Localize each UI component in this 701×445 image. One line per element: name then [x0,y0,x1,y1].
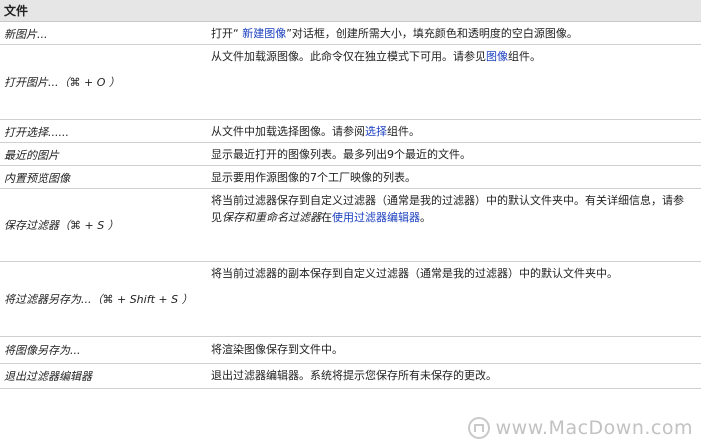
description-text: 在 [321,211,332,224]
row-description: 退出过滤器编辑器。系统将提示您保存所有未保存的更改。 [211,367,691,384]
table-row: 退出过滤器编辑器 退出过滤器编辑器。系统将提示您保存所有未保存的更改。 [0,364,701,389]
description-text: 退出过滤器编辑器。系统将提示您保存所有未保存的更改。 [211,369,497,382]
table-row: 将过滤器另存为...（⌘ + Shift + S ） 将当前过滤器的副本保存到自… [0,262,701,337]
row-description: 显示要用作源图像的7个工厂映像的列表。 [211,169,691,186]
table-row: 保存过滤器（⌘ + S ） 将当前过滤器保存到自定义过滤器（通常是我的过滤器）中… [0,189,701,262]
description-link[interactable]: 图像 [486,50,508,63]
table-row: 将图像另存为... 将渲染图像保存到文件中。 [0,337,701,364]
description-text: 从文件中加载选择图像。请参阅 [211,125,365,138]
row-description: 打开“ 新建图像”对话框，创建所需大小，填充颜色和透明度的空白源图像。 [211,25,691,42]
table-row: 打开选择...... 从文件中加载选择图像。请参阅选择组件。 [0,120,701,143]
description-link[interactable]: 使用过滤器编辑器 [332,211,420,224]
file-menu-table: 文件 新图片... 打开“ 新建图像”对话框，创建所需大小，填充颜色和透明度的空… [0,0,701,389]
section-title: 文件 [0,0,701,22]
description-text: 组件。 [387,125,420,138]
description-text: 。 [420,211,431,224]
description-text: 将渲染图像保存到文件中。 [211,343,343,356]
row-description: 从文件中加载选择图像。请参阅选择组件。 [211,123,691,140]
row-description: 将渲染图像保存到文件中。 [211,341,691,358]
description-emphasis: 保存和重命名过滤器 [222,211,321,224]
description-text: 显示要用作源图像的7个工厂映像的列表。 [211,171,416,184]
row-description: 从文件加载源图像。此命令仅在独立模式下可用。请参见图像组件。 [211,48,691,65]
command-builtin-preview: 内置预览图像 [4,172,70,185]
command-open-selection: 打开选择...... [4,126,69,139]
description-text: ”对话框，创建所需大小，填充颜色和透明度的空白源图像。 [286,27,578,40]
table-row: 打开图片...（⌘ + O ） 从文件加载源图像。此命令仅在独立模式下可用。请参… [0,45,701,120]
table-row: 新图片... 打开“ 新建图像”对话框，创建所需大小，填充颜色和透明度的空白源图… [0,22,701,45]
command-exit-editor: 退出过滤器编辑器 [4,370,92,383]
description-text: 组件。 [508,50,541,63]
description-text: 从文件加载源图像。此命令仅在独立模式下可用。请参见 [211,50,486,63]
command-new-image: 新图片... [4,28,48,41]
table-row: 最近的图片 显示最近打开的图像列表。最多列出9个最近的文件。 [0,143,701,166]
watermark-text: www.MacDown.com [495,417,693,439]
description-text: 显示最近打开的图像列表。最多列出9个最近的文件。 [211,148,471,161]
command-save-filter: 保存过滤器（⌘ + S ） [4,219,119,232]
row-description: 将当前过滤器保存到自定义过滤器（通常是我的过滤器）中的默认文件夹中。有关详细信息… [211,192,691,226]
command-save-image-as: 将图像另存为... [4,344,81,357]
table-row: 内置预览图像 显示要用作源图像的7个工厂映像的列表。 [0,166,701,189]
command-open-image: 打开图片...（⌘ + O ） [4,76,120,89]
description-text: 将当前过滤器的副本保存到自定义过滤器（通常是我的过滤器）中的默认文件夹中。 [211,267,618,280]
watermark: www.MacDown.com [467,417,693,439]
command-recent-images: 最近的图片 [4,149,59,162]
description-text: 打开“ [211,27,243,40]
description-link[interactable]: 选择 [365,125,387,138]
row-description: 将当前过滤器的副本保存到自定义过滤器（通常是我的过滤器）中的默认文件夹中。 [211,265,691,282]
macdown-logo-icon [467,417,490,439]
command-save-filter-as: 将过滤器另存为...（⌘ + Shift + S ） [4,293,193,306]
description-link[interactable]: 新建图像 [242,27,286,40]
row-description: 显示最近打开的图像列表。最多列出9个最近的文件。 [211,146,691,163]
